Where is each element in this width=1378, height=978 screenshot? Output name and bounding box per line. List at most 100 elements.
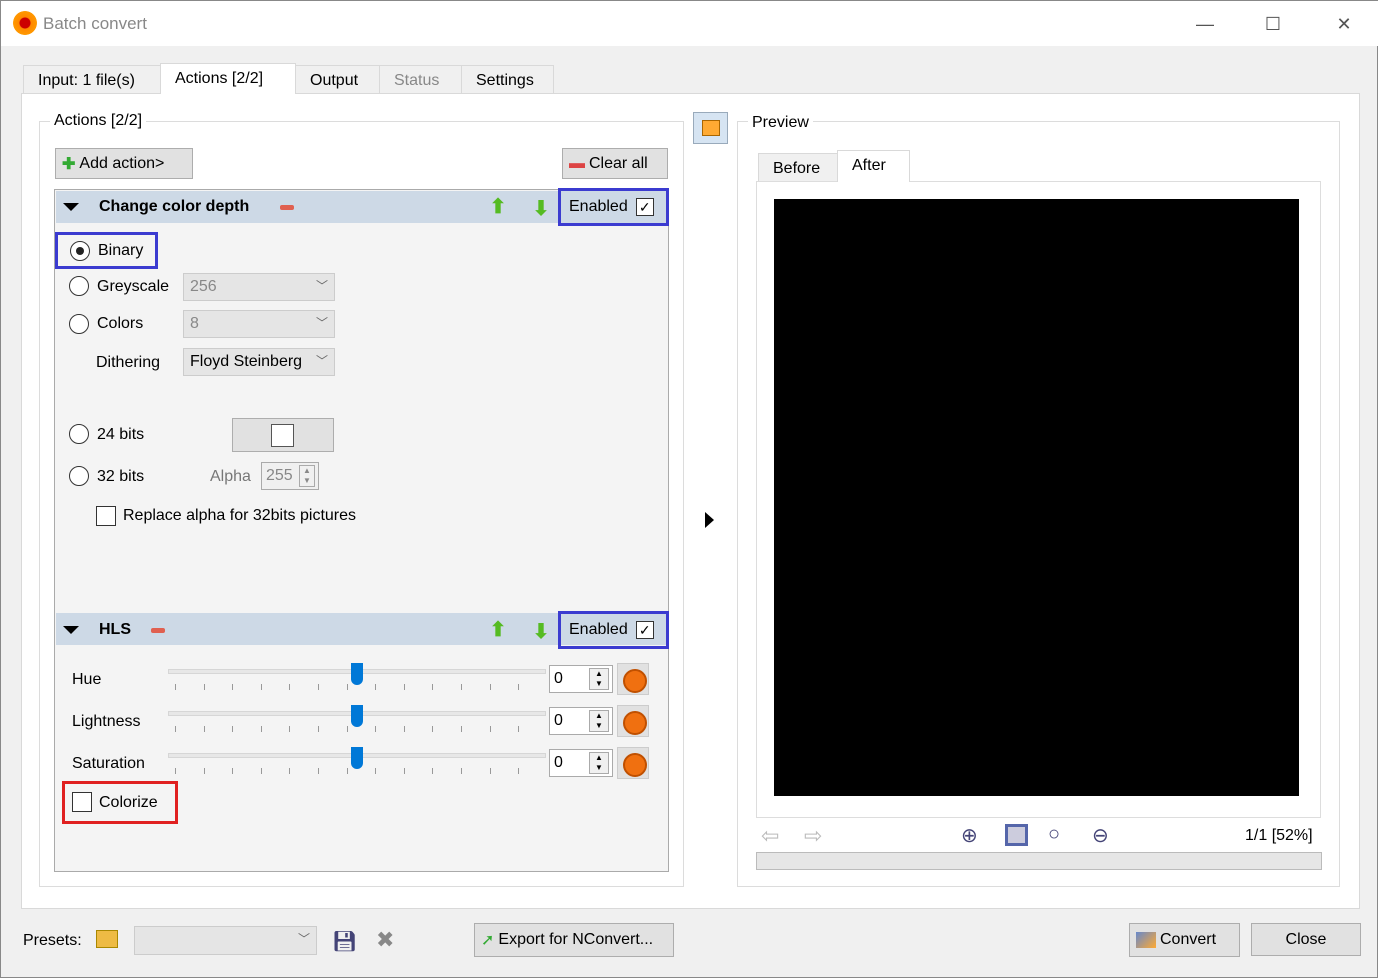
lightness-slider[interactable] — [168, 705, 546, 737]
next-arrow-icon[interactable]: ⇨ — [804, 823, 822, 849]
close-button[interactable]: Close — [1251, 923, 1361, 956]
slider-tick — [260, 684, 262, 690]
page-zoom-readout: 1/1 [52%] — [1245, 827, 1313, 844]
move-up-icon[interactable]: ⬆ — [487, 619, 509, 641]
colors-radio[interactable] — [69, 314, 89, 334]
presets-select[interactable]: ﹀ — [134, 926, 317, 955]
collapse-triangle-icon[interactable] — [63, 626, 79, 634]
enabled-checkbox[interactable]: ✓ — [635, 621, 654, 639]
enabled-toggle[interactable]: Enabled ✓ — [558, 611, 669, 649]
image-preview-icon — [702, 120, 720, 136]
action-title: Change color depth — [99, 198, 250, 215]
slider-tick — [518, 768, 520, 774]
save-preset-icon[interactable]: 💾︎ — [332, 929, 357, 954]
hue-value: 0 — [554, 670, 563, 687]
remove-action-icon[interactable] — [280, 205, 294, 210]
open-folder-icon[interactable] — [96, 930, 118, 948]
maximize-button[interactable]: ☐ — [1253, 9, 1293, 39]
replace-alpha-checkbox[interactable] — [96, 506, 116, 526]
tab-actions[interactable]: Actions [2/2] — [160, 63, 296, 94]
chevron-down-icon: ﹀ — [297, 932, 310, 946]
preview-image — [774, 199, 1299, 796]
tab-status[interactable]: Status — [379, 65, 462, 94]
binary-label: Binary — [98, 241, 144, 259]
fit-to-window-icon[interactable] — [1005, 824, 1028, 846]
slider-tick — [232, 768, 234, 774]
hue-slider[interactable] — [168, 663, 546, 695]
expand-arrow-icon[interactable] — [705, 512, 714, 528]
spin-arrows-icon[interactable]: ▲ ▼ — [589, 710, 609, 732]
zoom-out-icon[interactable]: ⊖ — [1092, 823, 1109, 848]
saturation-reset-icon[interactable] — [617, 747, 649, 779]
colors-select[interactable]: 8 ﹀ — [183, 310, 335, 338]
slider-tick — [489, 726, 491, 732]
add-action-button[interactable]: ✚ Add action> — [55, 148, 193, 179]
app-logo-icon — [13, 11, 37, 35]
previous-arrow-icon[interactable]: ⇦ — [761, 823, 779, 849]
tab-input[interactable]: Input: 1 file(s) — [23, 65, 161, 94]
colorize-checkbox[interactable] — [72, 792, 92, 812]
saturation-slider[interactable] — [168, 747, 546, 779]
slider-tick — [403, 726, 405, 732]
slider-tick — [203, 684, 205, 690]
enabled-checkbox[interactable]: ✓ — [635, 198, 654, 216]
lightness-reset-icon[interactable] — [617, 705, 649, 737]
saturation-spinbox[interactable]: 0 ▲ ▼ — [549, 749, 613, 777]
add-document-icon: ✚ — [62, 155, 76, 173]
lightness-spinbox[interactable]: 0 ▲ ▼ — [549, 707, 613, 735]
slider-tick — [375, 768, 377, 774]
24bits-radio[interactable] — [69, 424, 89, 444]
tab-before[interactable]: Before — [758, 153, 838, 182]
export-icon: ➚ — [481, 932, 495, 949]
move-down-icon[interactable]: ⬇ — [530, 621, 552, 643]
tab-after[interactable]: After — [837, 150, 910, 182]
zoom-actual-icon[interactable]: ○ — [1048, 823, 1060, 846]
spin-arrows-icon[interactable]: ▲ ▼ — [299, 465, 315, 487]
color-picker-button[interactable] — [232, 418, 334, 452]
slider-tick — [203, 768, 205, 774]
slider-thumb[interactable] — [351, 747, 363, 769]
tab-output[interactable]: Output — [295, 65, 380, 94]
tab-settings[interactable]: Settings — [461, 65, 554, 94]
slider-tick — [260, 768, 262, 774]
slider-tick — [232, 684, 234, 690]
remove-action-icon[interactable] — [151, 628, 165, 633]
dithering-select[interactable]: Floyd Steinberg ﹀ — [183, 348, 335, 376]
move-down-icon[interactable]: ⬇ — [530, 198, 552, 220]
greyscale-radio[interactable] — [69, 276, 89, 296]
slider-tick — [318, 684, 319, 690]
hue-reset-icon[interactable] — [617, 663, 649, 695]
alpha-spinbox[interactable]: 255 ▲ ▼ — [261, 462, 319, 490]
close-window-button[interactable]: ✕ — [1324, 9, 1364, 39]
move-up-icon[interactable]: ⬆ — [487, 196, 509, 218]
alpha-label: Alpha — [210, 468, 251, 485]
slider-thumb[interactable] — [351, 663, 363, 685]
32bits-radio[interactable] — [69, 466, 89, 486]
greyscale-select[interactable]: 256 ﹀ — [183, 273, 335, 301]
delete-preset-icon[interactable]: ✖ — [376, 927, 394, 953]
slider-tick — [518, 726, 520, 732]
hue-spinbox[interactable]: 0 ▲ ▼ — [549, 665, 613, 693]
binary-option[interactable]: Binary — [55, 232, 158, 269]
slider-tick — [289, 726, 291, 732]
saturation-value: 0 — [554, 754, 563, 771]
slider-tick — [489, 684, 491, 690]
hue-label: Hue — [72, 671, 102, 688]
collapse-triangle-icon[interactable] — [63, 203, 79, 211]
enabled-toggle[interactable]: Enabled ✓ — [558, 188, 669, 226]
convert-button[interactable]: Convert — [1129, 923, 1240, 957]
slider-tick — [375, 684, 377, 690]
slider-thumb[interactable] — [351, 705, 363, 727]
clear-all-button[interactable]: ▬ Clear all — [562, 148, 668, 179]
preview-toggle-button[interactable] — [693, 112, 728, 144]
zoom-in-icon[interactable]: ⊕ — [961, 823, 978, 848]
title-bar — [1, 1, 1378, 46]
lightness-label: Lightness — [72, 713, 141, 730]
export-nconvert-button[interactable]: ➚ Export for NConvert... — [474, 923, 674, 957]
slider-tick — [346, 726, 348, 732]
spin-arrows-icon[interactable]: ▲ ▼ — [589, 668, 609, 690]
binary-radio[interactable] — [70, 240, 90, 261]
minimize-button[interactable]: — — [1185, 9, 1225, 39]
spin-arrows-icon[interactable]: ▲ ▼ — [589, 752, 609, 774]
convert-label: Convert — [1160, 931, 1217, 948]
